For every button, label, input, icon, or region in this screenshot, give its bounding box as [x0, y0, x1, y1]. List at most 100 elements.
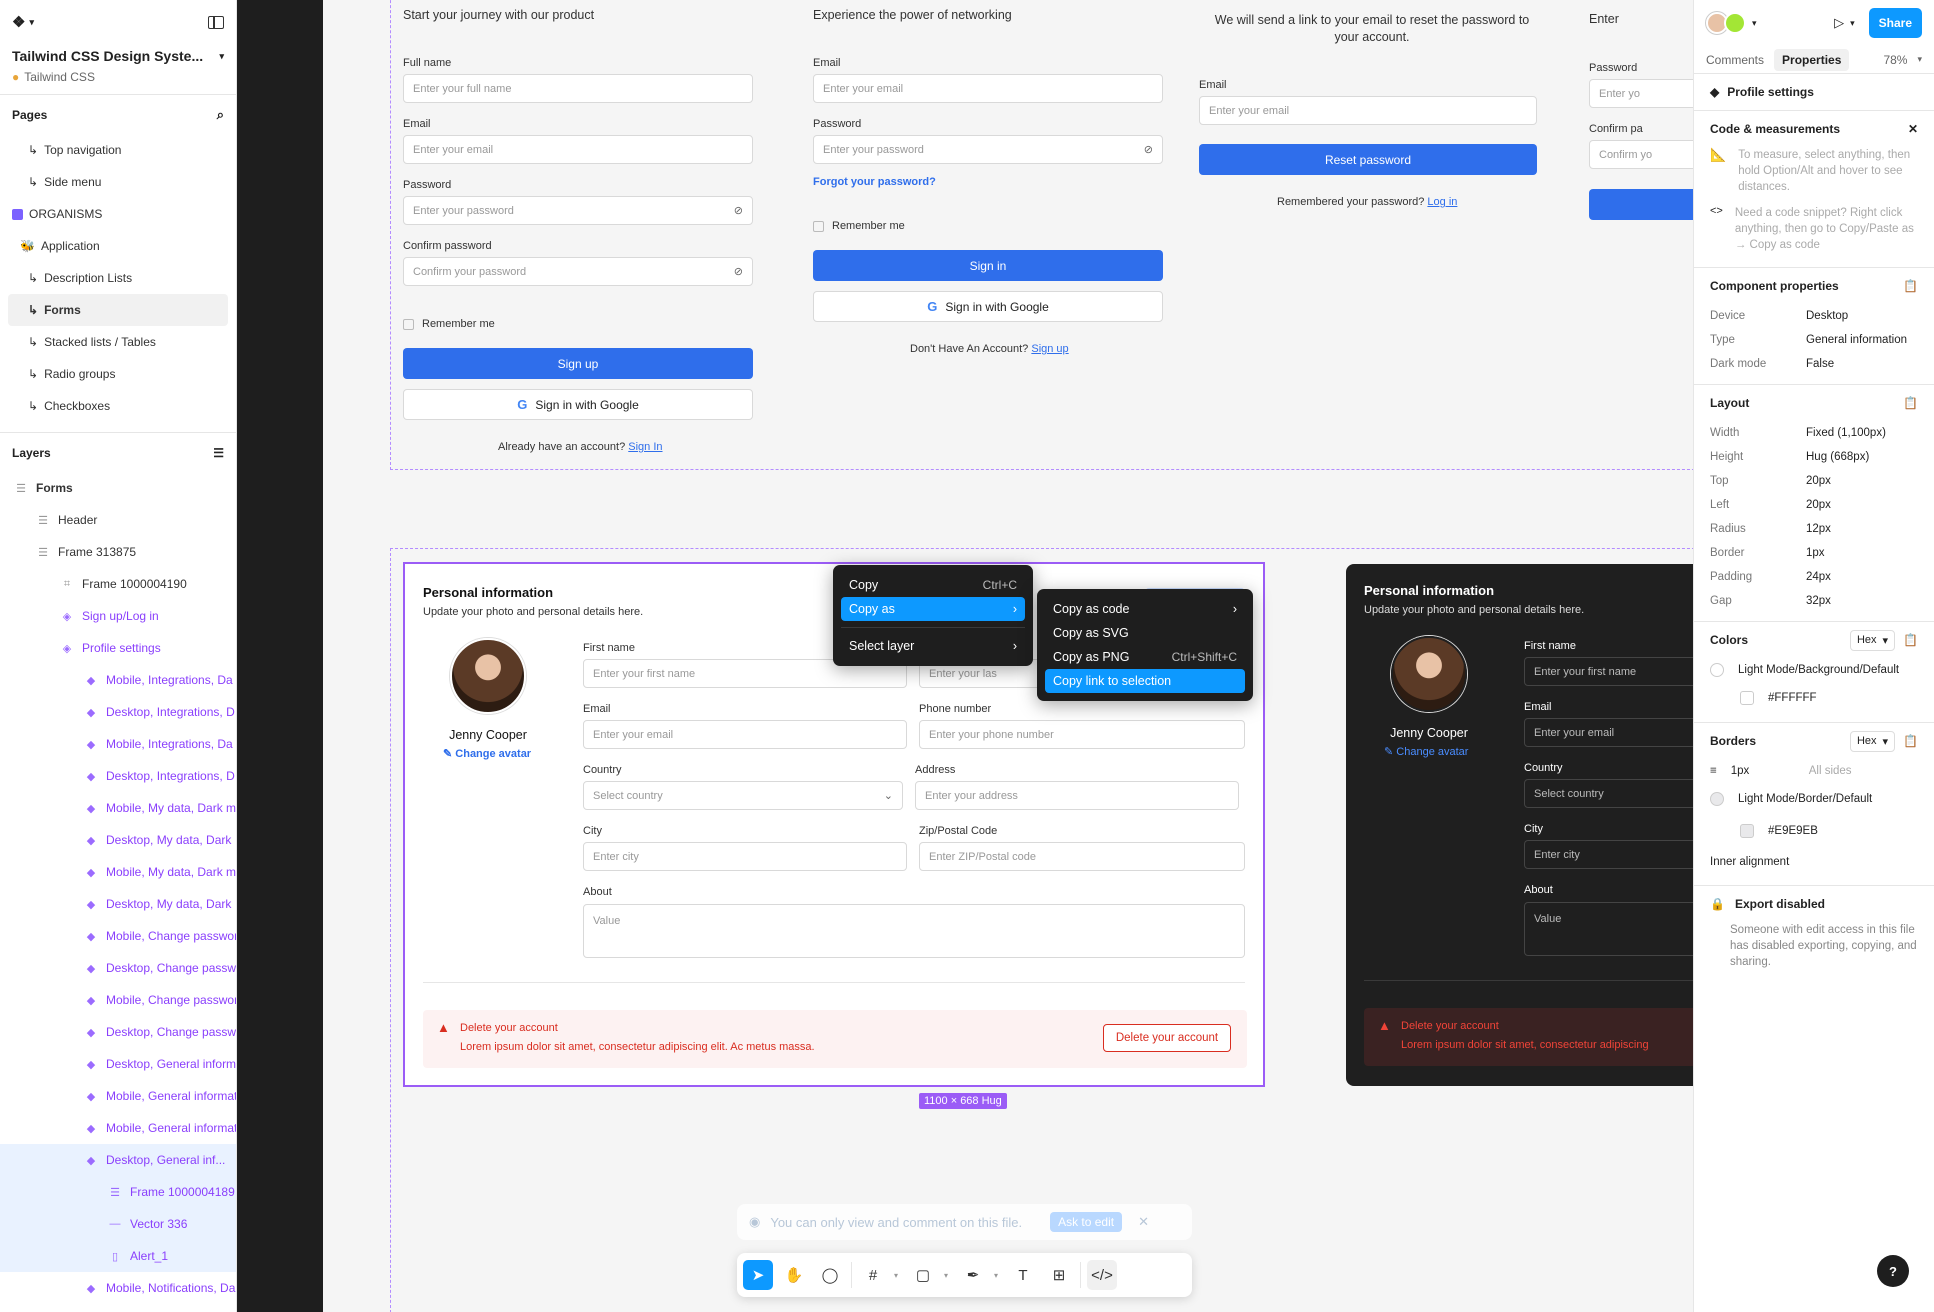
google-signin-button[interactable]: G Sign in with Google: [813, 291, 1163, 322]
dev-mode-icon[interactable]: </>: [1087, 1260, 1117, 1290]
phone-input[interactable]: Enter your phone number: [919, 720, 1245, 749]
password-input[interactable]: Enter yo: [1589, 79, 1693, 108]
signup-button[interactable]: Sign up: [403, 348, 753, 379]
clipboard-icon[interactable]: 📋: [1903, 633, 1918, 647]
page-item-active[interactable]: ↳ Forms: [8, 294, 228, 326]
about-textarea[interactable]: Value: [1524, 902, 1693, 956]
address-input[interactable]: Enter your address: [915, 781, 1239, 810]
figma-menu-button[interactable]: ❖ ▾: [12, 13, 34, 31]
zip-input[interactable]: Enter ZIP/Postal code: [919, 842, 1245, 871]
reset-password-button[interactable]: Reset password: [1199, 144, 1537, 175]
frame-tool-icon[interactable]: #: [858, 1260, 888, 1290]
layer-item[interactable]: ◆ Mobile, General informat: [0, 1112, 236, 1144]
move-tool-icon[interactable]: ➤: [743, 1260, 773, 1290]
text-tool-icon[interactable]: T: [1008, 1260, 1038, 1290]
login-link[interactable]: Log in: [1427, 196, 1457, 208]
checkbox[interactable]: [813, 220, 824, 232]
layer-item[interactable]: ◆ Desktop, Integrations, D: [0, 760, 236, 792]
close-icon[interactable]: ✕: [1908, 122, 1918, 136]
collapse-layers-icon[interactable]: ☰: [213, 446, 224, 460]
menu-item-copy[interactable]: Copy Ctrl+C: [841, 573, 1025, 597]
chevron-down-icon[interactable]: ▾: [1850, 18, 1855, 29]
eye-off-icon[interactable]: ⊘: [734, 265, 743, 278]
password-input[interactable]: Enter your password ⊘: [403, 196, 753, 225]
color-format-select[interactable]: Hex ▾: [1849, 730, 1896, 752]
checkbox[interactable]: [403, 318, 414, 330]
page-item[interactable]: ↳ Checkboxes: [0, 390, 236, 422]
ask-to-edit-button[interactable]: Ask to edit: [1050, 1212, 1123, 1232]
menu-item-copy-link[interactable]: Copy link to selection: [1045, 669, 1245, 693]
remember-me-checkbox[interactable]: Remember me: [813, 220, 905, 232]
email-input[interactable]: Enter your email: [813, 74, 1163, 103]
play-icon[interactable]: ▷: [1834, 15, 1844, 31]
change-avatar-link[interactable]: ✎ Change avatar: [443, 747, 531, 760]
chevron-down-icon[interactable]: ▾: [1917, 54, 1922, 65]
page-item[interactable]: ↳ Stacked lists / Tables: [0, 326, 236, 358]
page-item[interactable]: ↳ Top navigation: [0, 134, 236, 166]
menu-item-copy-as-code[interactable]: Copy as code ›: [1045, 597, 1245, 621]
eye-off-icon[interactable]: ⊘: [1144, 143, 1153, 156]
avatar[interactable]: [1724, 12, 1746, 34]
profile-card-dark[interactable]: Personal information Update your photo a…: [1346, 564, 1693, 1086]
layer-item[interactable]: ◆ Desktop, My data, Dark: [0, 888, 236, 920]
layer-item[interactable]: ☰ Frame 1000004189: [0, 1176, 236, 1208]
confirm-input[interactable]: Confirm yo: [1589, 140, 1693, 169]
file-title[interactable]: Tailwind CSS Design Syste... ▾: [0, 44, 236, 64]
menu-item-copy-as-svg[interactable]: Copy as SVG: [1045, 621, 1245, 645]
page-item[interactable]: 🐝 Application: [0, 230, 236, 262]
menu-item-copy-as-png[interactable]: Copy as PNG Ctrl+Shift+C: [1045, 645, 1245, 669]
layer-item[interactable]: ◆ Desktop, Change passw: [0, 1016, 236, 1048]
color-value-row[interactable]: #FFFFFF: [1694, 682, 1934, 714]
comment-tool-icon[interactable]: ◯: [815, 1260, 845, 1290]
share-button[interactable]: Share: [1868, 8, 1922, 38]
layer-item[interactable]: ◆ Desktop, Change passw: [0, 952, 236, 984]
page-item[interactable]: ORGANISMS: [0, 198, 236, 230]
hand-tool-icon[interactable]: ✋: [779, 1260, 809, 1290]
chevron-down-icon[interactable]: ▾: [894, 1271, 902, 1280]
tab-comments[interactable]: Comments: [1706, 53, 1764, 67]
clipboard-icon[interactable]: 📋: [1903, 396, 1918, 410]
email-input[interactable]: Enter your email: [1199, 96, 1537, 125]
page-item[interactable]: ↳ Side menu: [0, 166, 236, 198]
layer-item[interactable]: ◆ Mobile, My data, Dark m: [0, 792, 236, 824]
clipboard-icon[interactable]: 📋: [1903, 279, 1918, 293]
layer-item[interactable]: ◆ Mobile, Notifications, Da: [0, 1272, 236, 1304]
signin-link[interactable]: Sign In: [628, 441, 662, 453]
layer-item-selected[interactable]: ◆ Desktop, General inf...: [0, 1144, 236, 1176]
page-item[interactable]: ↳ Description Lists: [0, 262, 236, 294]
resources-tool-icon[interactable]: ⊞: [1044, 1260, 1074, 1290]
help-button[interactable]: ?: [1877, 1255, 1909, 1287]
layer-item[interactable]: ◆ Mobile, My data, Dark m: [0, 856, 236, 888]
rectangle-tool-icon[interactable]: ▢: [908, 1260, 938, 1290]
canvas[interactable]: Start your journey with our product Full…: [237, 0, 1693, 1312]
zoom-level[interactable]: 78%: [1883, 53, 1907, 67]
password-input[interactable]: Enter your password ⊘: [813, 135, 1163, 164]
chevron-down-icon[interactable]: ▾: [1752, 18, 1757, 29]
layer-item[interactable]: ◆ Desktop, Integrations, D: [0, 696, 236, 728]
menu-item-select-layer[interactable]: Select layer ›: [841, 634, 1025, 658]
color-token-row[interactable]: Light Mode/Background/Default: [1694, 658, 1934, 682]
toggle-sidebar-icon[interactable]: [208, 15, 224, 29]
forgot-password-link[interactable]: Forgot your password?: [813, 176, 936, 188]
email-input[interactable]: Enter your email: [583, 720, 907, 749]
full-name-input[interactable]: Enter your full name: [403, 74, 753, 103]
layer-item[interactable]: ◈ Sign up/Log in: [0, 600, 236, 632]
layer-item[interactable]: ◆ Mobile, Integrations, Da: [0, 728, 236, 760]
layer-item[interactable]: ☰ Forms: [0, 472, 236, 504]
pen-tool-icon[interactable]: ✒: [958, 1260, 988, 1290]
layer-item[interactable]: ◆ Desktop, General inform: [0, 1048, 236, 1080]
chevron-down-icon[interactable]: ▾: [944, 1271, 952, 1280]
email-input[interactable]: Enter your email: [1524, 718, 1693, 747]
chevron-down-icon[interactable]: ▾: [994, 1271, 1002, 1280]
country-select[interactable]: Select country ⌄: [583, 781, 903, 810]
city-input[interactable]: Enter city: [1524, 840, 1693, 869]
border-value-row[interactable]: #E9E9EB: [1694, 815, 1934, 847]
page-item[interactable]: ↳ Radio groups: [0, 358, 236, 390]
layer-item[interactable]: ◆ Mobile, Change passwor: [0, 920, 236, 952]
layer-item[interactable]: ◆ Desktop, My data, Dark: [0, 824, 236, 856]
city-input[interactable]: Enter city: [583, 842, 907, 871]
layer-item[interactable]: ◆ Mobile, Change passwor: [0, 984, 236, 1016]
confirm-password-input[interactable]: Confirm your password ⊘: [403, 257, 753, 286]
layer-item[interactable]: ☰ Header: [0, 504, 236, 536]
color-format-select[interactable]: Hex ▾: [1849, 629, 1896, 651]
